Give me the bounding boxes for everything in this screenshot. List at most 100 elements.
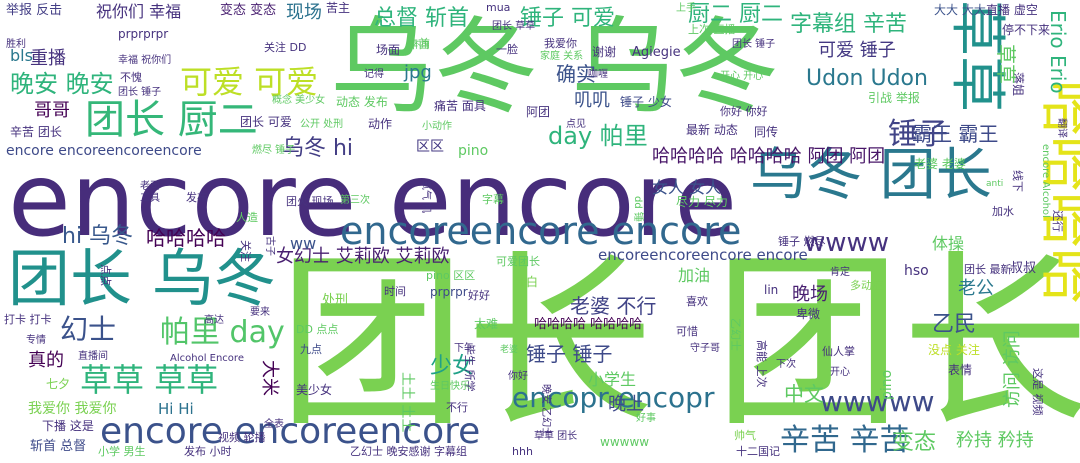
word-wanshang: 晚上	[608, 394, 644, 415]
word-haohao: 好好	[468, 289, 490, 302]
word-tuanzhang-keai: 团长 可爱	[240, 115, 292, 129]
word-dongzuo: 动作	[368, 117, 393, 131]
word-tuanzhang-caocao: 团长 草草	[492, 21, 536, 32]
word-xinku-xinku: 辛苦 辛苦	[780, 423, 910, 458]
word-nihao: 你好	[508, 371, 528, 382]
word-laopo: 老婆	[500, 345, 519, 355]
word-qixi: 七夕	[46, 377, 71, 391]
word-xiawu: 下午	[454, 343, 474, 354]
word-zhibo-xukong: 直播 虚空	[986, 3, 1038, 17]
word-tuanzhang-chuer: 团长 厨二	[85, 97, 258, 143]
word-shouzige: 守子哥	[690, 343, 720, 354]
word-zuixin-dongtai: 最新 动态	[686, 123, 738, 137]
word-kaixin: 开心	[830, 367, 850, 378]
word-biantai: 变态	[892, 430, 937, 455]
word-gongkai-chuxing: 公开 处刑	[300, 119, 344, 130]
word-kexi: 可惜	[676, 325, 698, 338]
word-renzao: 人造	[236, 211, 258, 224]
word-mua: mua	[486, 1, 511, 14]
word-xinku-tuanzhang: 辛苦 团长	[10, 125, 62, 139]
word-yinzhan-jubao: 引战 举报	[868, 91, 920, 105]
word-shipin-lunbo: 视频 轮播	[218, 431, 266, 444]
word-zhuanqing: 专情	[26, 335, 46, 346]
word-keai-keai: 可爱 可爱	[180, 63, 319, 101]
word-encore-encoreencoreencore: encore encoreencoreencore	[6, 143, 202, 159]
word-buyong: 不用	[412, 41, 431, 51]
word-zimu: 字幕	[482, 193, 504, 206]
word-chuizi-shaonv: 锤子 少女	[620, 95, 672, 109]
word-wanan-wanan: 晚安 晚安	[10, 70, 114, 98]
word-encore-alcohol: encore Alcohol	[1040, 144, 1051, 218]
word-bukui: 不愧	[120, 71, 142, 84]
word-wanchang: 晚场	[792, 284, 828, 305]
word-prprpr: prprpr	[430, 285, 468, 299]
word-yaolai: 要来	[250, 307, 270, 318]
word-haoshi: 好事	[636, 413, 656, 424]
word-gaoda: 高达	[204, 315, 224, 326]
word-zhongwen: 中文	[784, 382, 824, 406]
word-laogong: 老公	[958, 278, 994, 299]
word-chuxing: 处刑	[322, 293, 349, 308]
word-guzi: 古子	[264, 236, 275, 256]
word-yangqiji: 氧气 机	[420, 180, 431, 214]
word-zhanshou-zongdu: 斩首 总督	[30, 439, 87, 454]
word-encoreencore-encore: encoreencore encore	[340, 209, 742, 253]
word-hhh: hhh	[512, 445, 533, 458]
word-haixing: 还行	[1051, 210, 1064, 232]
word-tuanzhang-wudong: 团长 乌冬	[8, 242, 276, 315]
word-lin: lin	[764, 283, 779, 297]
word-jinli-jinli: 尽力 尽力	[676, 195, 728, 209]
word-nvren-nvren: 女人 女人	[652, 178, 722, 197]
word-keai-chuizi: 可爱 锤子	[818, 40, 896, 61]
word-hi-hi: Hi Hi	[158, 400, 194, 418]
word-guanzhu-dd: 关注 DD	[264, 41, 307, 54]
word-tongchuan: 同传	[754, 125, 779, 139]
word-jiating-guanxi: 家庭 关系	[540, 51, 584, 62]
word-jpg: jpg	[404, 62, 432, 83]
word-keai-tuanzhang: 可爱团长	[496, 255, 540, 268]
word-fanyi: 翻译	[1056, 118, 1067, 138]
word-wwwww-small: wwwww	[600, 435, 650, 449]
word-changmian: 场面	[376, 43, 401, 57]
word-buxing: 不行	[446, 401, 468, 414]
word-dd-chui: dd 锤	[632, 196, 643, 222]
word-bawang-bawang: 霸王 霸王	[912, 122, 999, 146]
word-hahahaha-atuan: 哈哈哈哈 哈哈哈哈 阿团 阿团	[652, 146, 886, 167]
word-agiegie: Agiegie	[632, 45, 681, 60]
word-yihuanshi-zimuzu: 乙幻士 晚安感谢 字幕组	[350, 445, 467, 458]
word-tainan: 太难	[474, 317, 499, 331]
word-shierguoji: 十二国记	[736, 445, 780, 458]
word-ww: ww	[290, 234, 317, 253]
word-jiashui: 加水	[992, 205, 1014, 218]
word-zongdu-zhanshou: 总督 斩首	[374, 6, 469, 31]
word-erio-erio: Erio Erio	[1046, 10, 1070, 94]
word-woaini: 我爱你	[544, 37, 577, 50]
word-daka-daka: 打卡 打卡	[4, 313, 52, 326]
word-xiabo-zheshi: 下播 这是	[42, 419, 94, 433]
word-gali: 咖喱	[588, 69, 608, 80]
word-cloud: encore encore 团长 团长 乌冬 乌冬 哈哈哈哈 草草 乌冬 团长 …	[0, 0, 1080, 463]
word-xianxia: 线下	[1011, 170, 1024, 192]
word-ququ: 区区	[416, 139, 444, 155]
word-jide: 记得	[364, 69, 384, 80]
word-day-pali: day 帕里	[548, 122, 648, 150]
word-hahahaha-2: 哈哈哈哈 哈哈哈哈	[534, 317, 643, 332]
word-xiexie: 谢谢	[592, 45, 617, 59]
word-tuanzhang-chuizi-2: 团长 锤子	[732, 39, 776, 50]
word-pino-ququ: pino 区区	[426, 269, 476, 282]
word-pino-vertical: pino	[879, 369, 895, 400]
word-chongbo: 重播	[30, 48, 66, 69]
word-kaixin-kaixin: 开心 开心	[720, 71, 764, 82]
word-yabai: 牙白	[514, 275, 539, 289]
word-dianjian: 点见	[566, 119, 586, 130]
word-wanan-yihuanshi: 晚安 乙幻士	[540, 384, 551, 438]
word-jiayou: 加油	[678, 266, 711, 285]
word-prprprpr: prprprpr	[118, 27, 169, 41]
word-diandian: 点点	[99, 264, 112, 286]
word-udon-udon: Udon Udon	[806, 66, 928, 91]
word-jiudian: 九点	[300, 343, 322, 356]
word-dada-dada: 大大 大大	[934, 3, 986, 17]
word-zimuzu-xinku: 字幕组 辛苦	[790, 12, 907, 37]
word-kuzhu: 苦主	[326, 1, 351, 15]
word-xingfu-zhunimen: 幸福 祝你们	[118, 55, 172, 66]
